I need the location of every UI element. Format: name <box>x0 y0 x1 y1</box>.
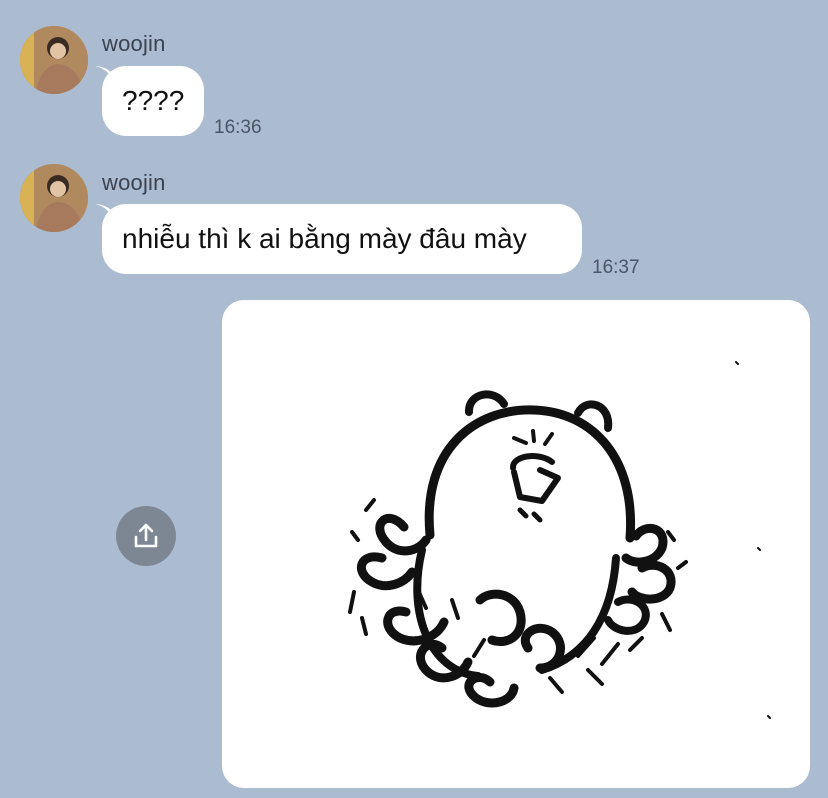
bubble-tail-icon <box>95 66 117 88</box>
message-timestamp: 16:36 <box>214 117 262 138</box>
share-upload-icon <box>134 523 158 548</box>
share-button[interactable] <box>116 506 176 566</box>
message-text: ???? <box>122 85 185 116</box>
avatar-photo-icon <box>20 26 88 94</box>
sender-avatar[interactable] <box>20 164 88 232</box>
sender-avatar[interactable] <box>20 26 88 94</box>
message-timestamp: 16:37 <box>592 257 640 278</box>
sender-name: woojin <box>102 31 166 56</box>
bubble-tail-icon <box>95 204 117 226</box>
message-bubble[interactable]: ???? <box>95 66 204 136</box>
sender-name: woojin <box>102 170 166 195</box>
message-text: nhiễu thì k ai bằng mày đâu mày <box>122 223 527 254</box>
bear-sticker-icon <box>348 361 771 719</box>
avatar-photo-icon <box>20 164 88 232</box>
sticker-image[interactable] <box>222 300 810 788</box>
message-bubble[interactable]: nhiễu thì k ai bằng mày đâu mày <box>95 204 582 274</box>
